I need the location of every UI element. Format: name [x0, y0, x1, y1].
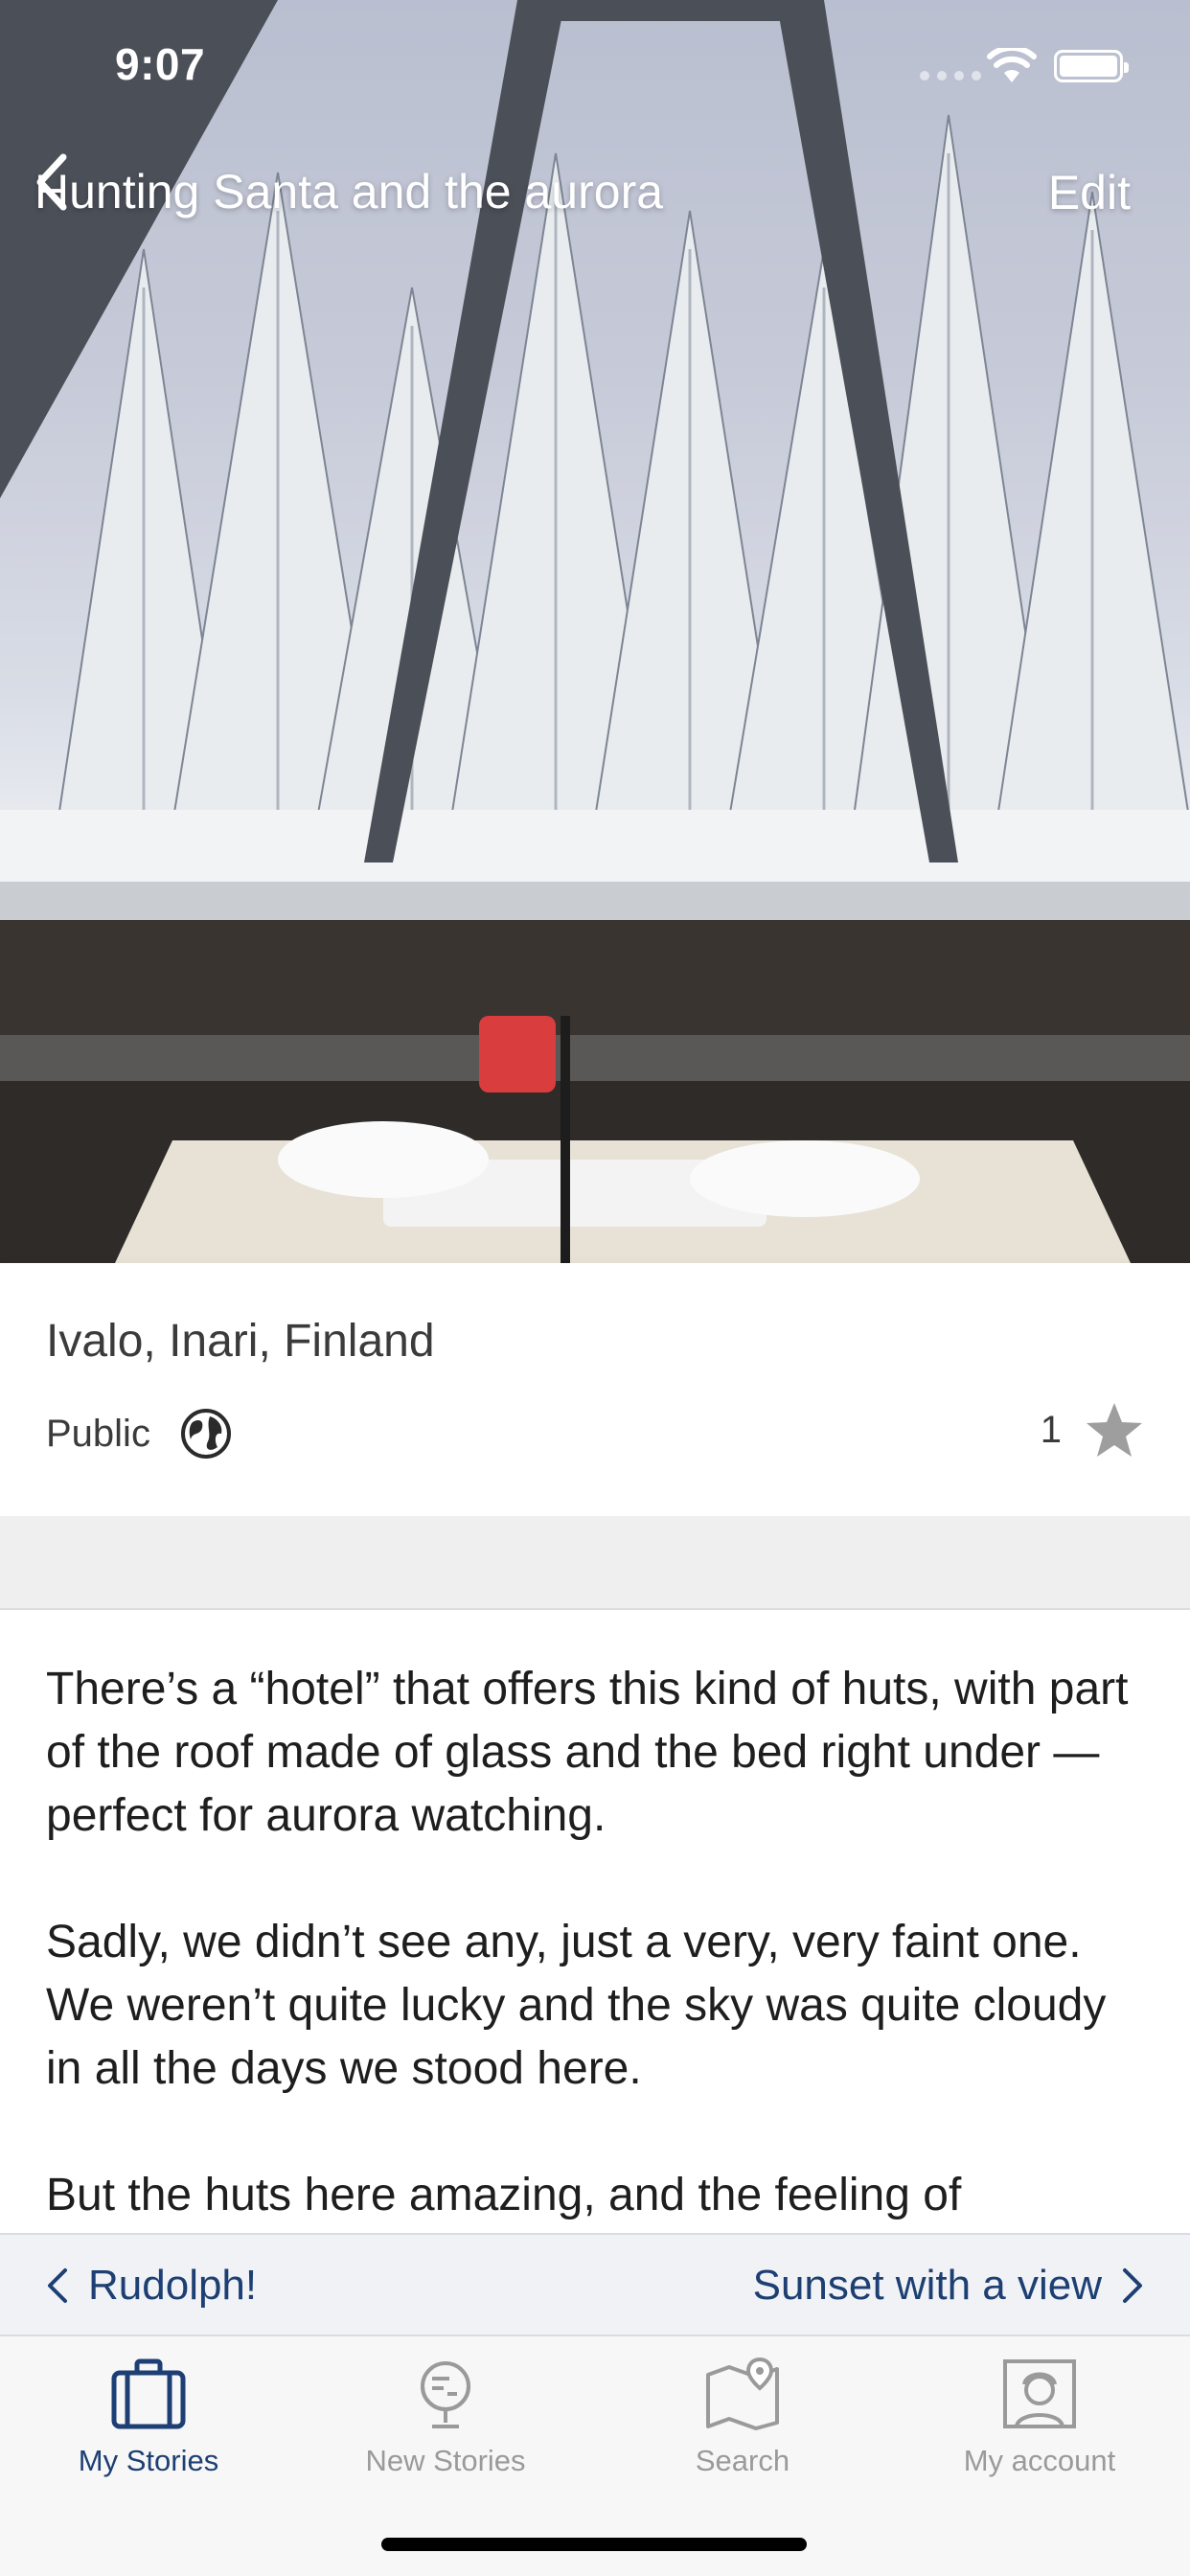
story-paragraph: There’s a “hotel” that offers this kind … — [46, 1664, 1129, 1841]
chevron-left-icon — [48, 2268, 67, 2303]
globe-stand-icon — [421, 2361, 470, 2428]
story-paragraph: Sadly, we didn’t see any, just a very, v… — [46, 1917, 1107, 2094]
back-button[interactable]: Hunting Santa and the aurora — [34, 153, 663, 230]
story-paragraph: But the huts here amazing, and the feeli… — [46, 2170, 962, 2220]
tab-my-account[interactable]: My account — [891, 2356, 1188, 2509]
wifi-icon — [987, 48, 1037, 82]
previous-story-label: Rudolph! — [88, 2262, 258, 2309]
chevron-left-icon — [36, 153, 67, 211]
favorite-stars[interactable]: 1 — [1041, 1401, 1144, 1459]
story-location: Ivalo, Inari, Finland — [46, 1316, 435, 1367]
status-time: 9:07 — [115, 39, 206, 89]
person-portrait-icon — [1003, 2359, 1076, 2428]
story-cover-photo[interactable]: 9:07 Hunting Santa and the aurora Edit — [0, 0, 1190, 1263]
suitcase-icon — [111, 2358, 186, 2429]
story-pager: Rudolph! Sunset with a view — [0, 2233, 1190, 2336]
section-divider — [0, 1516, 1190, 1610]
privacy-indicator[interactable]: Public — [46, 1407, 233, 1460]
tab-search[interactable]: Search — [594, 2356, 891, 2509]
cellular-signal-icon — [920, 71, 981, 80]
privacy-label: Public — [46, 1412, 150, 1455]
next-story-label: Sunset with a view — [752, 2262, 1102, 2309]
status-bar: 9:07 — [0, 0, 1190, 126]
tab-label: New Stories — [365, 2444, 526, 2477]
tab-label: My account — [963, 2444, 1116, 2477]
story-body: There’s a “hotel” that offers this kind … — [0, 1610, 1190, 2233]
previous-story-button[interactable]: Rudolph! — [46, 2235, 257, 2336]
story-info-card: Ivalo, Inari, Finland Public 1 — [0, 1263, 1190, 1516]
edit-button[interactable]: Edit — [1048, 165, 1131, 220]
battery-icon — [1054, 50, 1129, 82]
tab-my-stories[interactable]: My Stories — [0, 2356, 297, 2509]
nav-title: Hunting Santa and the aurora — [34, 165, 664, 218]
star-count: 1 — [1040, 1408, 1062, 1451]
tab-label: Search — [695, 2444, 790, 2477]
map-pin-icon — [706, 2357, 779, 2430]
chevron-right-icon — [1123, 2268, 1142, 2303]
tab-label: My Stories — [78, 2444, 219, 2477]
tab-new-stories[interactable]: New Stories — [297, 2356, 594, 2509]
home-indicator — [381, 2538, 807, 2551]
star-icon — [1087, 1403, 1142, 1457]
globe-icon — [180, 1409, 231, 1459]
navigation-bar: Hunting Santa and the aurora Edit — [0, 153, 1190, 230]
next-story-button[interactable]: Sunset with a view — [753, 2235, 1144, 2336]
